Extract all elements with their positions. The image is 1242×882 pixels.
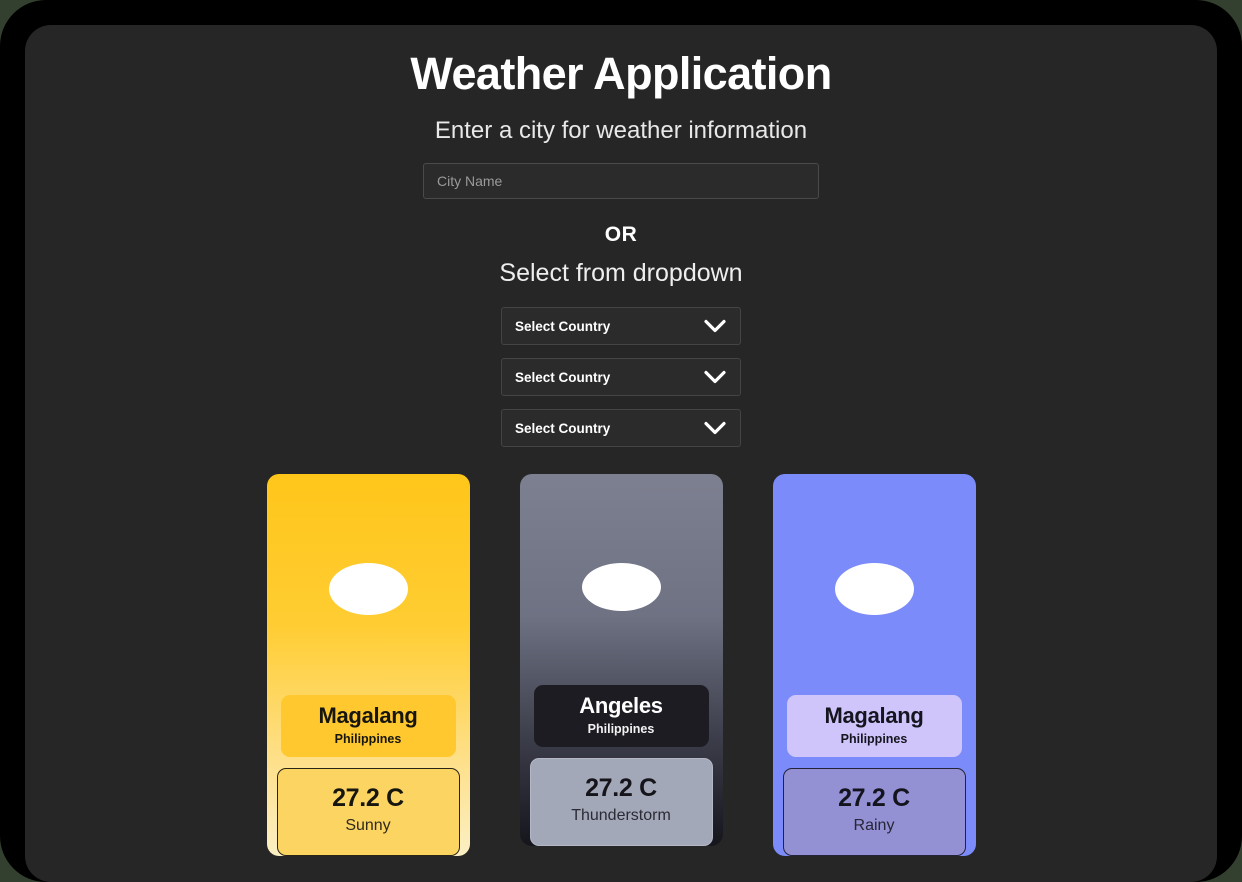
city-pill: Magalang Philippines — [786, 695, 962, 757]
cloud-icon — [581, 563, 661, 611]
dropdown-list: Select Country Select Country Select Cou… — [25, 307, 1217, 448]
city-name: Magalang — [318, 703, 418, 728]
weather-card[interactable]: Angeles Philippines 27.2 C Thunderstorm — [519, 474, 723, 860]
search-row — [25, 163, 1217, 200]
page-subtitle: Enter a city for weather information — [434, 117, 808, 144]
dropdown-section-heading: Select from dropdown — [499, 259, 743, 288]
country-name: Philippines — [334, 731, 402, 746]
weather-cards-row: Magalang Philippines 27.2 C Sunny Angele… — [25, 474, 1217, 860]
dropdown-country-2[interactable]: Select Country — [501, 358, 741, 397]
weather-card[interactable]: Magalang Philippines 27.2 C Sunny — [266, 474, 470, 856]
country-name: Philippines — [840, 731, 908, 746]
chevron-down-icon — [704, 320, 726, 333]
temperature-value: 27.2 C — [838, 783, 910, 812]
dropdown-country-3[interactable]: Select Country — [501, 409, 741, 448]
dropdown-country-1-label: Select Country — [515, 318, 611, 334]
temperature-value: 27.2 C — [585, 773, 657, 802]
dropdown-country-3-label: Select Country — [515, 420, 611, 436]
weather-card[interactable]: Magalang Philippines 27.2 C Rainy — [772, 474, 976, 856]
dropdown-country-1[interactable]: Select Country — [501, 307, 741, 346]
device-frame: Weather Application Enter a city for wea… — [0, 0, 1242, 882]
city-name: Magalang — [824, 703, 924, 728]
search-input[interactable] — [423, 163, 819, 200]
sun-icon — [328, 563, 408, 615]
rain-icon — [834, 563, 914, 615]
temperature-box: 27.2 C Thunderstorm — [529, 757, 713, 846]
chevron-down-icon — [704, 422, 726, 435]
temperature-box: 27.2 C Rainy — [782, 767, 966, 856]
city-pill: Magalang Philippines — [280, 695, 456, 757]
dropdown-country-2-label: Select Country — [515, 369, 611, 385]
weather-condition: Thunderstorm — [571, 807, 671, 824]
chevron-down-icon — [704, 371, 726, 384]
weather-condition: Sunny — [345, 817, 391, 834]
city-name: Angeles — [579, 693, 663, 718]
or-divider-label: OR — [604, 223, 638, 247]
city-pill: Angeles Philippines — [533, 685, 709, 747]
country-name: Philippines — [587, 721, 655, 736]
temperature-box: 27.2 C Sunny — [276, 767, 460, 856]
page-title: Weather Application — [410, 48, 832, 99]
temperature-value: 27.2 C — [332, 783, 404, 812]
weather-condition: Rainy — [853, 817, 895, 834]
app-panel: Weather Application Enter a city for wea… — [25, 25, 1217, 882]
